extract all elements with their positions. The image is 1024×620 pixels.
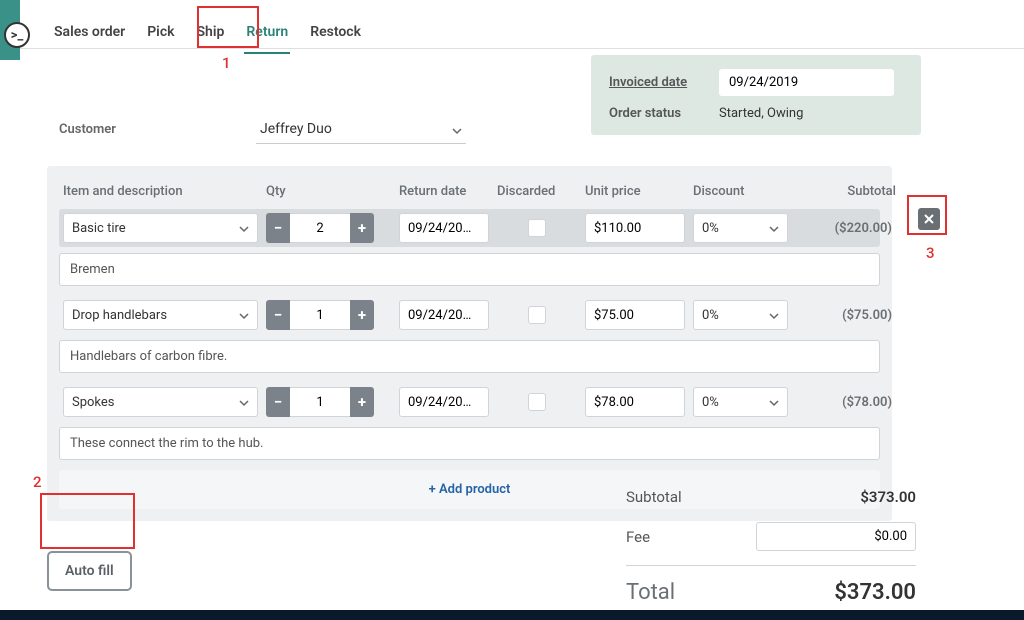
chevron-down-icon	[769, 397, 779, 407]
discarded-checkbox[interactable]	[528, 219, 546, 237]
order-status-value: Started, Owing	[719, 106, 903, 121]
annotation-label-2: 2	[33, 473, 42, 491]
qty-plus-button[interactable]: +	[350, 387, 374, 417]
col-subtotal: Subtotal	[796, 184, 896, 199]
item-name: Spokes	[72, 395, 115, 410]
col-return-date: Return date	[399, 184, 489, 199]
qty-stepper: − +	[266, 387, 391, 417]
items-panel: Item and description Qty Return date Dis…	[47, 166, 892, 521]
row-subtotal: ($78.00)	[796, 395, 896, 410]
item-description[interactable]: Bremen	[59, 253, 880, 286]
col-qty: Qty	[266, 184, 391, 199]
item-select[interactable]: Spokes	[63, 387, 258, 417]
order-status-label: Order status	[609, 106, 719, 121]
qty-plus-button[interactable]: +	[350, 300, 374, 330]
invoiced-date-input[interactable]	[719, 69, 894, 96]
unit-price-input[interactable]	[585, 300, 685, 330]
chevron-down-icon	[452, 124, 462, 134]
col-discarded: Discarded	[497, 184, 577, 199]
item-name: Drop handlebars	[72, 308, 167, 323]
qty-stepper: − +	[266, 300, 391, 330]
col-discount: Discount	[693, 184, 788, 199]
chevron-down-icon	[239, 310, 249, 320]
item-block: Basic tire − + 0% ($220.00) Bremen	[59, 209, 880, 286]
annotation-box-3	[907, 195, 947, 235]
qty-minus-button[interactable]: −	[266, 213, 290, 243]
customer-label: Customer	[59, 122, 116, 137]
subtotal-label: Subtotal	[626, 488, 682, 506]
qty-input[interactable]	[290, 300, 350, 330]
invoiced-date-label: Invoiced date	[609, 75, 719, 90]
totals-panel: Subtotal $373.00 Fee Total $373.00	[626, 480, 916, 613]
item-row: Basic tire − + 0% ($220.00)	[59, 209, 880, 247]
col-item: Item and description	[63, 184, 258, 199]
customer-select[interactable]: Jeffrey Duo	[256, 115, 466, 144]
order-info-panel: Invoiced date Order status Started, Owin…	[591, 55, 921, 135]
item-row: Spokes − + 0% ($78.00)	[59, 383, 880, 421]
qty-input[interactable]	[290, 387, 350, 417]
item-block: Spokes − + 0% ($78.00) These connect the…	[59, 383, 880, 460]
item-select[interactable]: Drop handlebars	[63, 300, 258, 330]
chevron-down-icon	[239, 223, 249, 233]
fee-label: Fee	[626, 528, 650, 546]
discount-value: 0%	[702, 308, 719, 323]
tab-divider	[0, 48, 1024, 49]
subtotal-value: $373.00	[860, 488, 916, 506]
app-logo: >_	[4, 22, 30, 48]
discount-select[interactable]: 0%	[693, 300, 788, 330]
qty-input[interactable]	[290, 213, 350, 243]
unit-price-input[interactable]	[585, 387, 685, 417]
discount-select[interactable]: 0%	[693, 213, 788, 243]
discount-select[interactable]: 0%	[693, 387, 788, 417]
chevron-down-icon	[769, 310, 779, 320]
discount-value: 0%	[702, 395, 719, 410]
items-header: Item and description Qty Return date Dis…	[59, 178, 880, 209]
row-subtotal: ($75.00)	[796, 308, 896, 323]
total-label: Total	[626, 580, 675, 605]
item-description[interactable]: These connect the rim to the hub.	[59, 427, 880, 460]
annotation-label-1: 1	[222, 54, 231, 72]
unit-price-input[interactable]	[585, 213, 685, 243]
auto-fill-button[interactable]: Auto fill	[47, 551, 132, 591]
col-unit-price: Unit price	[585, 184, 685, 199]
discount-value: 0%	[702, 221, 719, 236]
return-date-input[interactable]	[399, 300, 489, 330]
row-subtotal: ($220.00)	[796, 221, 896, 236]
chevron-down-icon	[239, 397, 249, 407]
return-date-input[interactable]	[399, 387, 489, 417]
item-row: Drop handlebars − + 0% ($75.00)	[59, 296, 880, 334]
item-description[interactable]: Handlebars of carbon fibre.	[59, 340, 880, 373]
fee-input[interactable]	[756, 522, 916, 551]
annotation-box-1	[197, 6, 259, 48]
annotation-box-2	[40, 493, 135, 549]
return-date-input[interactable]	[399, 213, 489, 243]
total-value: $373.00	[834, 580, 916, 605]
item-block: Drop handlebars − + 0% ($75.00) Handleba…	[59, 296, 880, 373]
annotation-label-3: 3	[926, 244, 935, 262]
item-name: Basic tire	[72, 221, 126, 236]
discarded-checkbox[interactable]	[528, 393, 546, 411]
item-select[interactable]: Basic tire	[63, 213, 258, 243]
customer-value: Jeffrey Duo	[260, 121, 332, 137]
chevron-down-icon	[769, 223, 779, 233]
divider	[626, 565, 916, 566]
footer-bar	[0, 610, 1024, 620]
qty-stepper: − +	[266, 213, 391, 243]
qty-minus-button[interactable]: −	[266, 387, 290, 417]
qty-plus-button[interactable]: +	[350, 213, 374, 243]
discarded-checkbox[interactable]	[528, 306, 546, 324]
qty-minus-button[interactable]: −	[266, 300, 290, 330]
